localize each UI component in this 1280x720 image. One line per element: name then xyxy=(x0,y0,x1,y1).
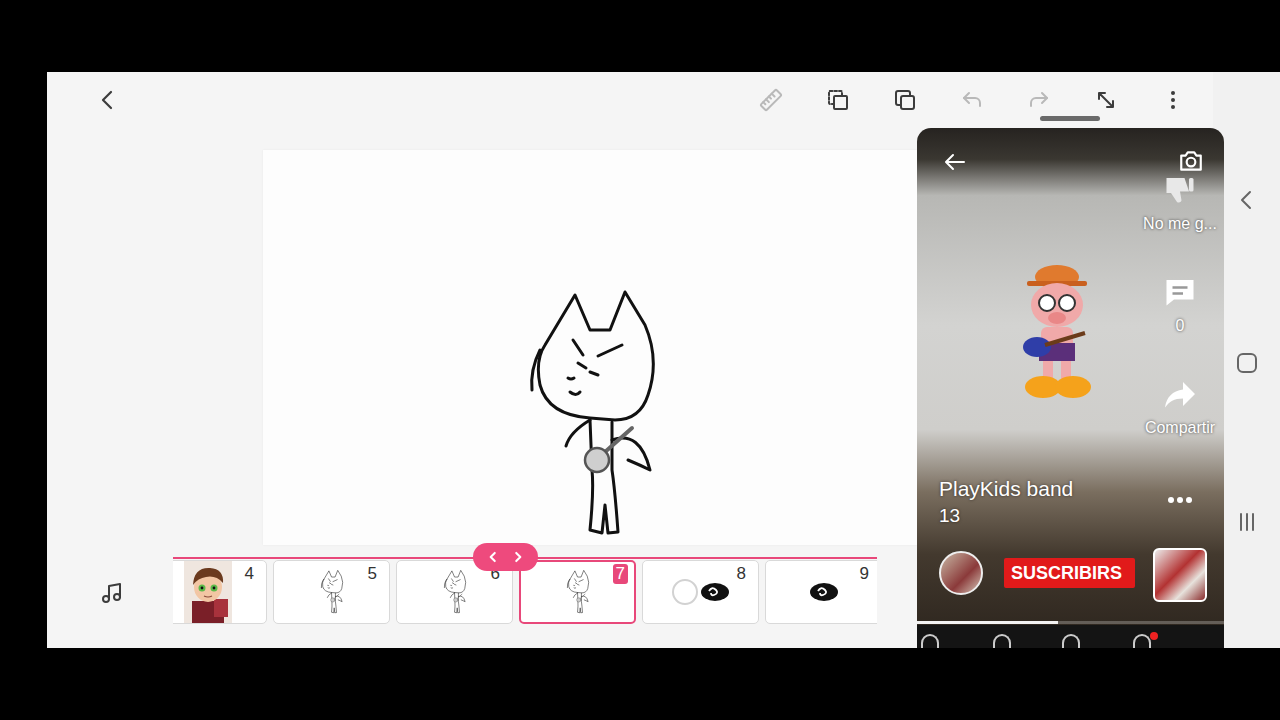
cat-thumbnail xyxy=(566,570,590,614)
frame-thumbnail[interactable]: 8 xyxy=(642,560,759,624)
window-handle[interactable] xyxy=(1040,116,1100,121)
dislike-action[interactable]: No me g... xyxy=(1143,172,1217,234)
video-title: PlayKids band xyxy=(939,476,1073,502)
music-button[interactable] xyxy=(100,580,124,604)
cat-thumbnail xyxy=(443,570,467,614)
channel-avatar[interactable] xyxy=(939,551,983,595)
toolbar-actions xyxy=(759,88,1185,112)
letterbox-left xyxy=(0,72,47,648)
expand-icon xyxy=(1094,88,1118,112)
expand-button[interactable] xyxy=(1094,88,1118,112)
frame-number: 8 xyxy=(734,564,749,584)
subscriptions-icon[interactable] xyxy=(1133,634,1151,648)
video-progress-fill xyxy=(917,621,1058,624)
undo-button xyxy=(960,88,984,112)
drawing-canvas[interactable] xyxy=(263,150,1003,545)
frame-strip: 456789 xyxy=(173,557,877,626)
chevron-left-icon[interactable] xyxy=(1235,188,1259,212)
add-icon[interactable] xyxy=(1062,634,1080,648)
home-icon[interactable] xyxy=(921,634,939,648)
more-button[interactable] xyxy=(1161,88,1185,112)
cat-thumbnail xyxy=(320,570,344,614)
subscribe-button[interactable]: SUSCRIBIRS xyxy=(1004,558,1135,588)
frame-number: 5 xyxy=(365,564,380,584)
comment-action[interactable]: 0 xyxy=(1162,274,1198,336)
video-progress-track[interactable] xyxy=(917,621,1224,624)
sound-thumbnail[interactable] xyxy=(1153,548,1207,602)
ruler-icon xyxy=(759,88,783,112)
redo-button xyxy=(1027,88,1051,112)
video-actions: No me g... 0 Compartir xyxy=(1125,172,1224,438)
frame-thumbnail[interactable]: 9 xyxy=(765,560,877,624)
redo-icon xyxy=(1027,88,1051,112)
back-arrow-icon xyxy=(96,88,120,112)
frame-number: 4 xyxy=(242,564,257,584)
back-arrow-icon[interactable] xyxy=(943,150,967,174)
video-window[interactable]: No me g... 0 Compartir PlayKids band 13 SU… xyxy=(917,128,1224,648)
chevron-right-icon xyxy=(511,550,525,564)
thumbs-down-icon xyxy=(1162,172,1198,208)
blob-thumbnail xyxy=(794,576,854,608)
action-label: No me g... xyxy=(1143,214,1217,234)
toolbar xyxy=(47,72,1213,128)
video-subtitle: 13 xyxy=(939,504,960,528)
undo-icon xyxy=(960,88,984,112)
more-icon xyxy=(1161,88,1185,112)
share-arrow-icon xyxy=(1162,376,1198,412)
share-action[interactable]: Compartir xyxy=(1145,376,1215,438)
frame-number: 9 xyxy=(857,564,872,584)
frame-number: 7 xyxy=(613,564,628,584)
letterbox-top xyxy=(0,0,1280,72)
back-button[interactable] xyxy=(96,88,120,112)
frame-thumbnail[interactable]: 4 xyxy=(173,560,267,624)
action-label: 0 xyxy=(1176,316,1185,336)
screen: 456789 xyxy=(0,0,1280,720)
notification-dot xyxy=(1150,632,1158,640)
video-frame-figure xyxy=(1007,263,1107,403)
cat-drawing xyxy=(525,290,660,540)
character-thumbnail xyxy=(184,561,232,623)
more-dots-icon[interactable] xyxy=(1166,490,1194,510)
action-label: Compartir xyxy=(1145,418,1215,438)
frame-thumbnail[interactable]: 5 xyxy=(273,560,390,624)
frame-thumbnail[interactable]: 7 xyxy=(519,560,636,624)
shorts-icon[interactable] xyxy=(993,634,1011,648)
frame-scroll-handle[interactable] xyxy=(473,543,538,571)
copy-icon xyxy=(826,88,850,112)
blob-onion-thumbnail xyxy=(671,576,731,608)
chevron-left-icon xyxy=(486,550,500,564)
music-note-icon xyxy=(100,581,124,605)
recent-apps-icon[interactable] xyxy=(1235,510,1259,534)
comment-icon xyxy=(1162,274,1198,310)
layers-button[interactable] xyxy=(893,88,917,112)
layers-icon xyxy=(893,88,917,112)
home-square-icon[interactable] xyxy=(1235,351,1259,375)
copy-button[interactable] xyxy=(826,88,850,112)
camera-icon[interactable] xyxy=(1178,148,1204,174)
video-bottom-nav xyxy=(917,625,1224,648)
ruler-button xyxy=(759,88,783,112)
